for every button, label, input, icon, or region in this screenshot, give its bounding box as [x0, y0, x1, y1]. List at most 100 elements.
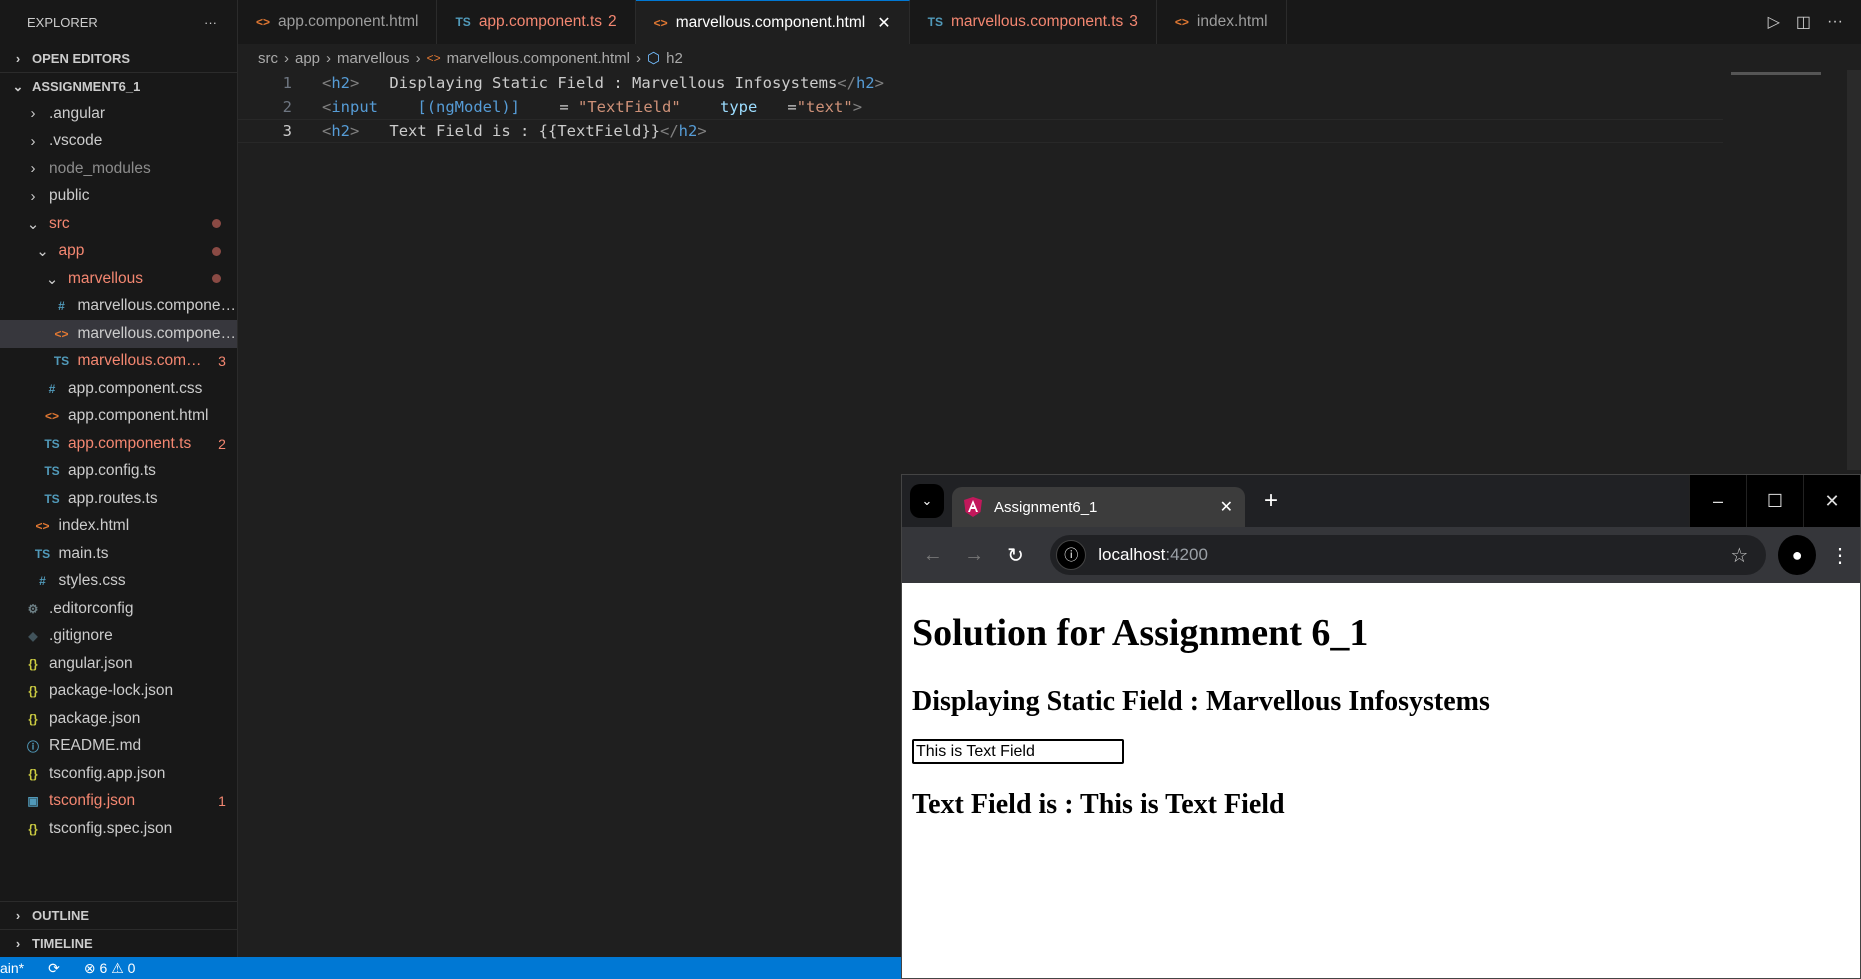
- code-token: =: [550, 98, 579, 116]
- tree-item[interactable]: TS marvellous.component.ts 3: [0, 348, 237, 376]
- more-icon[interactable]: ···: [1827, 13, 1843, 31]
- tree-item-label: app.component.html: [68, 407, 209, 425]
- browser-menu-icon[interactable]: ⋮: [1830, 543, 1850, 568]
- tree-item[interactable]: TS app.config.ts: [0, 458, 237, 486]
- sync-icon[interactable]: ⟳: [48, 960, 60, 977]
- project-section[interactable]: ⌄ ASSIGNMENT6_1: [0, 72, 237, 100]
- tree-item[interactable]: # marvellous.component.css: [0, 293, 237, 321]
- section-label: OPEN EDITORS: [32, 50, 131, 66]
- tree-item[interactable]: ⚙ .editorconfig: [0, 595, 237, 623]
- forward-icon[interactable]: →: [953, 544, 994, 567]
- editor-tabs: <> app.component.html TS app.component.ts 2 <…: [238, 0, 1861, 44]
- run-icon[interactable]: ▷: [1768, 12, 1780, 32]
- chevron-right-icon: ›: [326, 49, 332, 67]
- tree-item-label: app.component.css: [68, 379, 203, 397]
- typescript-file-icon: TS: [927, 15, 943, 29]
- split-editor-icon[interactable]: ◫: [1796, 12, 1811, 32]
- code-line[interactable]: 1 <h2> Displaying Static Field : Marvellou…: [238, 71, 1861, 95]
- html-file-icon: <>: [44, 409, 59, 424]
- tree-item[interactable]: {} tsconfig.spec.json: [0, 815, 237, 843]
- tree-item[interactable]: TS app.routes.ts: [0, 485, 237, 513]
- minimize-icon[interactable]: –: [1689, 475, 1746, 527]
- editor-scrollbar[interactable]: [1847, 70, 1861, 470]
- tree-item[interactable]: › .angular: [0, 100, 237, 128]
- tree-item[interactable]: TS app.component.ts 2: [0, 430, 237, 458]
- tree-item[interactable]: {} package.json: [0, 705, 237, 733]
- tree-item[interactable]: TS main.ts: [0, 540, 237, 568]
- tree-item[interactable]: <> app.component.html: [0, 403, 237, 431]
- tree-item[interactable]: {} tsconfig.app.json: [0, 760, 237, 788]
- editor-tab[interactable]: <> app.component.html: [238, 0, 438, 44]
- address-bar[interactable]: ⓘ localhost:4200 ☆: [1050, 535, 1767, 575]
- tree-item-label: .gitignore: [49, 627, 113, 645]
- code-token: <: [322, 74, 332, 92]
- close-tab-icon[interactable]: ✕: [877, 13, 890, 33]
- new-tab-button[interactable]: +: [1253, 483, 1289, 519]
- code-text: <h2> Text Field is : {{TextField}}</h2>: [322, 122, 707, 140]
- tree-item-label: tsconfig.spec.json: [49, 819, 173, 837]
- more-actions-button[interactable]: ···: [204, 15, 217, 30]
- tree-item[interactable]: # styles.css: [0, 568, 237, 596]
- breadcrumb-item[interactable]: marvellous.component.html: [447, 50, 630, 67]
- reload-icon[interactable]: ↻: [995, 543, 1036, 568]
- explorer-header: EXPLORER ···: [0, 0, 237, 44]
- url-host: localhost: [1098, 545, 1166, 564]
- breadcrumb-item[interactable]: app: [295, 50, 320, 67]
- open-editors-section[interactable]: › OPEN EDITORS: [0, 44, 237, 72]
- browser-tab[interactable]: Assignment6_1 ✕: [952, 487, 1245, 527]
- tree-item[interactable]: ◆ .gitignore: [0, 623, 237, 651]
- tree-item[interactable]: {} package-lock.json: [0, 678, 237, 706]
- profile-avatar-icon[interactable]: ●: [1778, 535, 1817, 575]
- html-file-icon: <>: [1174, 15, 1189, 29]
- tree-item[interactable]: ⓘ README.md: [0, 733, 237, 761]
- close-tab-icon[interactable]: ✕: [1220, 497, 1233, 517]
- tree-item[interactable]: ⌄ marvellous: [0, 265, 237, 293]
- code-line[interactable]: 2 <input [(ngModel)] = "TextField" type ="…: [238, 95, 1861, 119]
- timeline-section[interactable]: › TIMELINE: [0, 929, 238, 957]
- config-file-icon: ⚙: [27, 601, 39, 616]
- maximize-icon[interactable]: ☐: [1746, 475, 1803, 527]
- explorer-sidebar: EXPLORER ··· › OPEN EDITORS ⌄ ASSIGNMENT6_1…: [0, 0, 238, 957]
- site-info-icon[interactable]: ⓘ: [1056, 540, 1087, 570]
- minimap[interactable]: [1731, 72, 1821, 75]
- editor-tab[interactable]: TS app.component.ts 2: [437, 0, 636, 44]
- breadcrumb-item[interactable]: src: [258, 50, 278, 67]
- breadcrumb-item[interactable]: h2: [666, 50, 683, 67]
- bookmark-star-icon[interactable]: ☆: [1730, 543, 1748, 568]
- tree-item[interactable]: › public: [0, 183, 237, 211]
- editor-tab[interactable]: TS marvellous.component.ts 3: [910, 0, 1157, 44]
- code-line[interactable]: 3 <h2> Text Field is : {{TextField}}</h2>: [238, 119, 1723, 143]
- breadcrumb-item[interactable]: marvellous: [337, 50, 410, 67]
- text-field-input[interactable]: [912, 739, 1124, 764]
- code-editor[interactable]: 1 <h2> Displaying Static Field : Marvellou…: [238, 71, 1861, 143]
- modified-dot-icon: [212, 274, 221, 284]
- git-file-icon: ◆: [28, 629, 38, 644]
- error-count: 6: [99, 959, 108, 976]
- outline-section[interactable]: › OUTLINE: [0, 901, 238, 929]
- tree-item[interactable]: <> index.html: [0, 513, 237, 541]
- problem-count-badge: 1: [218, 793, 226, 810]
- editor-tab[interactable]: <> marvellous.component.html ✕: [635, 0, 910, 44]
- tree-item[interactable]: › node_modules: [0, 155, 237, 183]
- tree-item[interactable]: ⌄ src: [0, 210, 237, 238]
- code-token: =: [787, 98, 797, 116]
- back-icon[interactable]: ←: [912, 544, 953, 567]
- html-file-icon: <>: [653, 15, 668, 30]
- code-token: </: [837, 74, 856, 92]
- code-text: <input [(ngModel)] = "TextField" type ="t…: [322, 98, 862, 116]
- code-token: </: [659, 122, 679, 140]
- tree-item[interactable]: {} angular.json: [0, 650, 237, 678]
- tree-item[interactable]: <> marvellous.component.html: [0, 320, 237, 348]
- tree-item-label: marvellous: [68, 269, 143, 287]
- branch-label[interactable]: ain*: [0, 960, 24, 976]
- tree-item[interactable]: › .vscode: [0, 128, 237, 156]
- tree-item[interactable]: ▣ tsconfig.json 1: [0, 788, 237, 816]
- editor-tab[interactable]: <> index.html: [1157, 0, 1287, 44]
- css-file-icon: #: [58, 299, 65, 314]
- problems-indicator[interactable]: ⊗ 6 ⚠ 0: [84, 960, 136, 977]
- problem-count-badge: 2: [608, 13, 617, 30]
- tree-item[interactable]: ⌄ app: [0, 238, 237, 266]
- close-window-icon[interactable]: ✕: [1803, 475, 1860, 527]
- tab-search-button[interactable]: ⌄: [910, 484, 944, 518]
- tree-item[interactable]: # app.component.css: [0, 375, 237, 403]
